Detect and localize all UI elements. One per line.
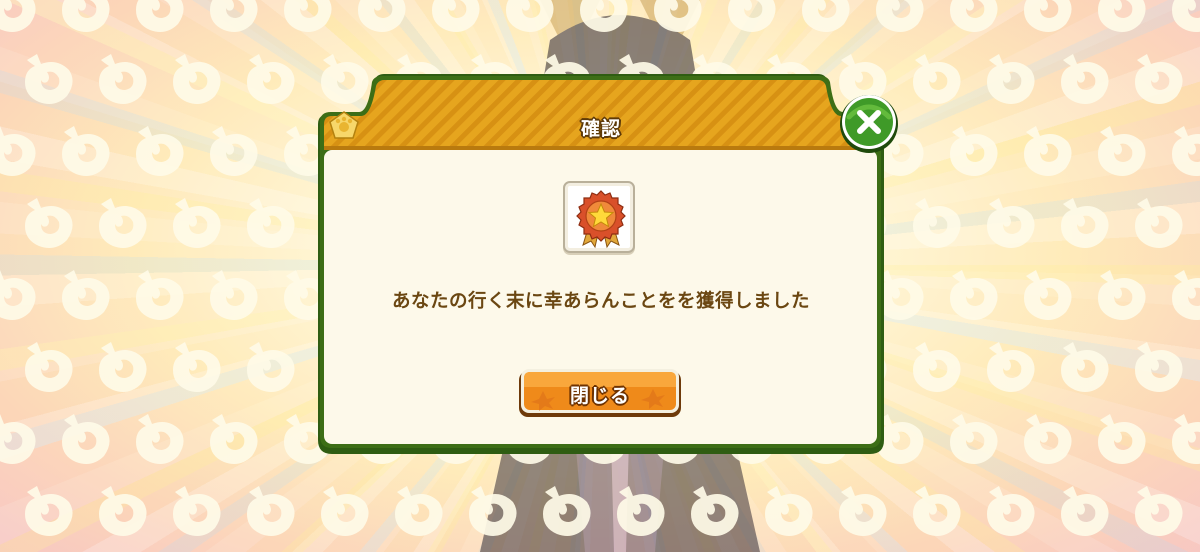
- background-swirl-mark: [876, 0, 924, 32]
- background-swirl-mark: [432, 0, 480, 32]
- background-swirl-mark: [765, 486, 813, 536]
- background-swirl-mark: [0, 0, 36, 32]
- background-swirl-mark: [25, 54, 73, 104]
- background-swirl-mark: [1061, 198, 1109, 248]
- background-swirl-mark: [247, 198, 295, 248]
- background-swirl-mark: [210, 126, 258, 176]
- background-swirl-mark: [136, 414, 184, 464]
- confirm-dialog: 確認 あなたの行く末に幸あらんことをを獲得しました 閉じる: [318, 74, 898, 454]
- background-swirl-mark: [247, 486, 295, 536]
- background-swirl-mark: [987, 486, 1035, 536]
- background-swirl-mark: [913, 54, 961, 104]
- background-swirl-mark: [173, 486, 221, 536]
- background-swirl-mark: [321, 486, 369, 536]
- background-swirl-mark: [247, 342, 295, 392]
- background-swirl-mark: [1024, 270, 1072, 320]
- background-swirl-mark: [395, 486, 443, 536]
- close-button[interactable]: [839, 93, 899, 153]
- background-swirl-mark: [802, 0, 850, 32]
- background-swirl-mark: [987, 198, 1035, 248]
- close-x-icon: [840, 95, 898, 153]
- background-swirl-mark: [1098, 270, 1146, 320]
- background-swirl-mark: [691, 486, 739, 536]
- background-swirl-mark: [1061, 486, 1109, 536]
- background-swirl-mark: [1098, 126, 1146, 176]
- background-swirl-mark: [25, 198, 73, 248]
- background-swirl-mark: [1135, 198, 1183, 248]
- background-swirl-mark: [99, 54, 147, 104]
- background-swirl-mark: [173, 54, 221, 104]
- background-swirl-mark: [247, 54, 295, 104]
- background-swirl-mark: [950, 126, 998, 176]
- background-swirl-mark: [1024, 414, 1072, 464]
- background-swirl-mark: [728, 0, 776, 32]
- background-swirl-mark: [173, 342, 221, 392]
- background-swirl-mark: [1172, 270, 1200, 320]
- background-swirl-mark: [1024, 126, 1072, 176]
- background-swirl-mark: [210, 0, 258, 32]
- background-swirl-mark: [136, 126, 184, 176]
- background-swirl-mark: [950, 270, 998, 320]
- reward-screen: 確認 あなたの行く末に幸あらんことをを獲得しました 閉じる: [0, 0, 1200, 552]
- background-swirl-mark: [1098, 0, 1146, 32]
- background-swirl-mark: [1135, 486, 1183, 536]
- reward-item-frame: [563, 181, 635, 253]
- background-swirl-mark: [839, 486, 887, 536]
- background-swirl-mark: [617, 486, 665, 536]
- background-swirl-mark: [25, 486, 73, 536]
- background-swirl-mark: [913, 342, 961, 392]
- background-swirl-mark: [1135, 342, 1183, 392]
- background-swirl-mark: [654, 0, 702, 32]
- background-swirl-mark: [62, 126, 110, 176]
- background-swirl-mark: [358, 0, 406, 32]
- background-swirl-mark: [62, 270, 110, 320]
- background-swirl-mark: [1135, 54, 1183, 104]
- background-swirl-mark: [0, 414, 36, 464]
- background-swirl-mark: [1172, 414, 1200, 464]
- background-swirl-mark: [950, 0, 998, 32]
- background-swirl-mark: [136, 0, 184, 32]
- background-swirl-mark: [1061, 54, 1109, 104]
- background-swirl-mark: [284, 0, 332, 32]
- background-swirl-mark: [99, 486, 147, 536]
- background-swirl-mark: [1172, 0, 1200, 32]
- background-swirl-mark: [173, 198, 221, 248]
- background-swirl-mark: [469, 486, 517, 536]
- background-swirl-mark: [136, 270, 184, 320]
- background-swirl-mark: [506, 0, 554, 32]
- reward-message: あなたの行く末に幸あらんことをを獲得しました: [391, 291, 810, 312]
- background-swirl-mark: [987, 54, 1035, 104]
- background-swirl-mark: [1024, 0, 1072, 32]
- background-swirl-mark: [987, 342, 1035, 392]
- background-swirl-mark: [913, 198, 961, 248]
- background-swirl-mark: [0, 270, 36, 320]
- background-swirl-mark: [210, 414, 258, 464]
- background-swirl-mark: [950, 414, 998, 464]
- background-swirl-mark: [543, 486, 591, 536]
- background-swirl-mark: [210, 270, 258, 320]
- background-swirl-mark: [62, 0, 110, 32]
- background-swirl-mark: [1098, 414, 1146, 464]
- background-swirl-mark: [580, 0, 628, 32]
- close-dialog-button-label: 閉じる: [569, 385, 630, 407]
- background-swirl-mark: [62, 414, 110, 464]
- background-swirl-mark: [0, 126, 36, 176]
- background-swirl-mark: [99, 342, 147, 392]
- background-swirl-mark: [913, 486, 961, 536]
- dialog-title: 確認: [580, 118, 621, 140]
- background-swirl-mark: [99, 198, 147, 248]
- background-swirl-mark: [1061, 342, 1109, 392]
- background-swirl-mark: [1172, 126, 1200, 176]
- background-swirl-mark: [25, 342, 73, 392]
- close-dialog-button[interactable]: 閉じる: [519, 369, 681, 417]
- medal-star-icon: [576, 190, 626, 249]
